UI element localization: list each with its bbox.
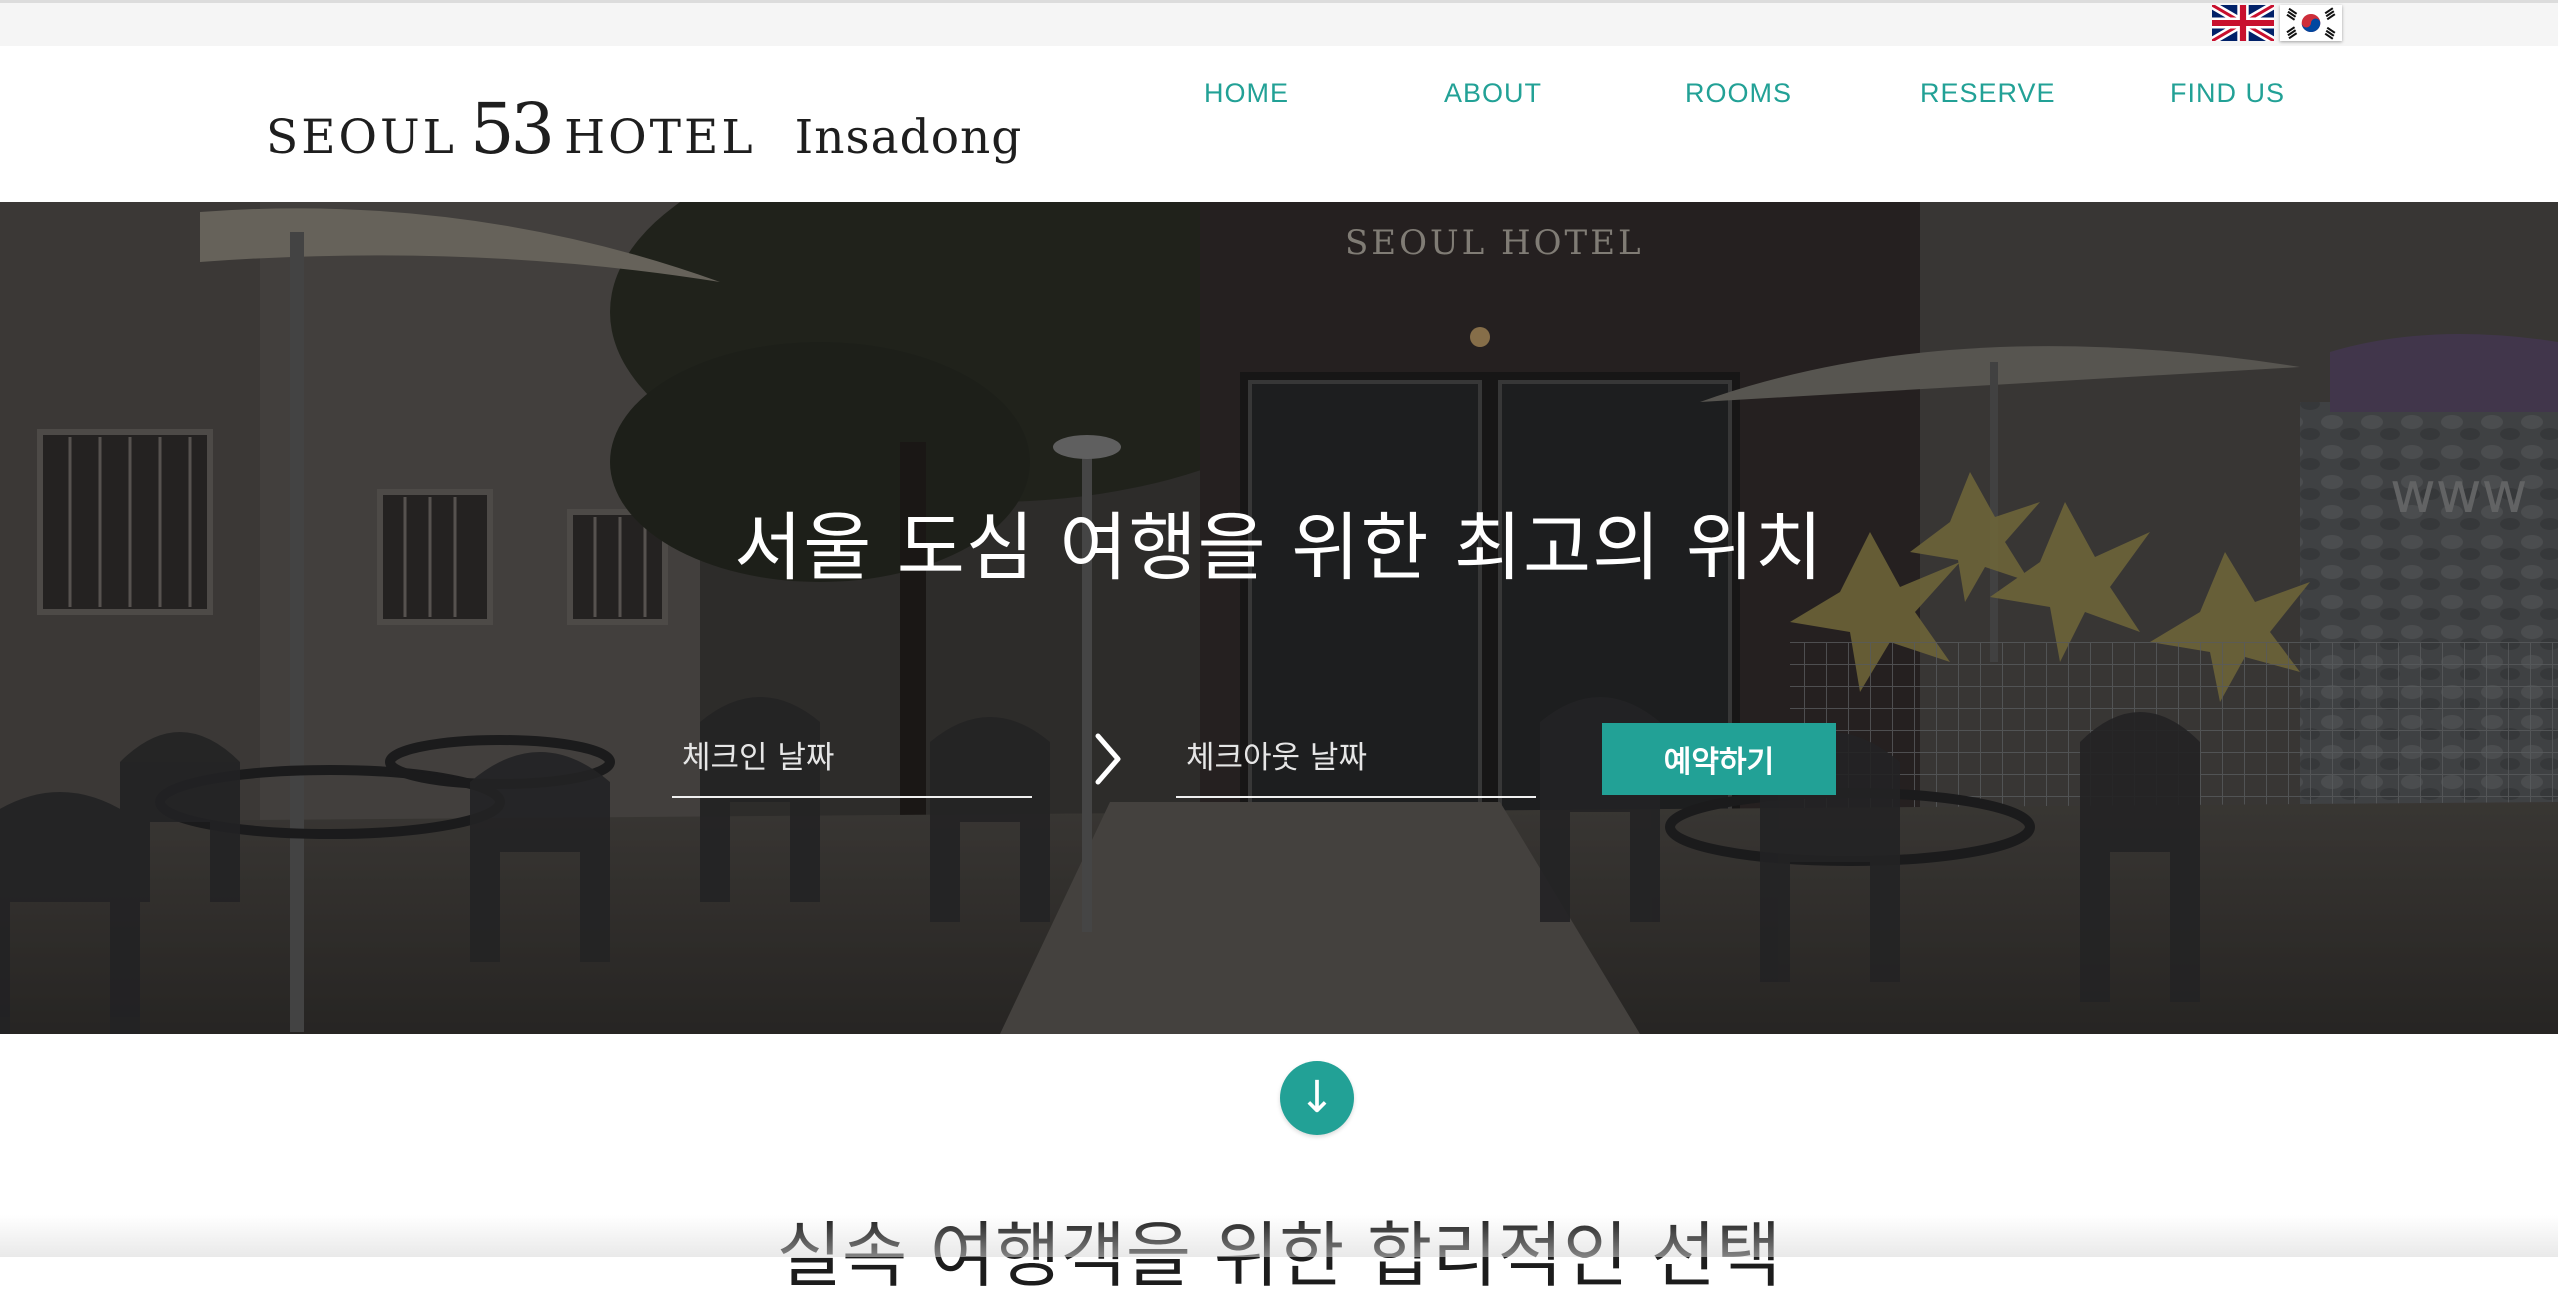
uk-flag-icon[interactable] xyxy=(2212,5,2274,41)
section-divider xyxy=(0,1215,2558,1257)
chevron-right-icon xyxy=(1095,733,1121,785)
site-header: SEOUL 53 HOTEL Insadong HOME ABOUT ROOMS… xyxy=(0,46,2558,202)
checkin-date-input[interactable]: 체크인 날짜 xyxy=(672,722,1032,798)
hero-background-photo: SEOUL HOTEL www xyxy=(0,202,2558,1034)
hero-title: 서울 도심 여행을 위한 최고의 위치 xyxy=(734,504,1824,591)
language-bar xyxy=(0,0,2558,46)
nav-home-link[interactable]: HOME xyxy=(1204,78,1289,109)
logo-number-text: 53 xyxy=(469,88,555,170)
nav-about-link[interactable]: ABOUT xyxy=(1444,78,1542,109)
checkout-date-input[interactable]: 체크아웃 날짜 xyxy=(1176,722,1536,798)
korea-flag-icon[interactable] xyxy=(2280,5,2342,41)
reserve-button[interactable]: 예약하기 xyxy=(1602,723,1836,795)
nav-rooms-link[interactable]: ROOMS xyxy=(1685,78,1792,109)
nav-reserve-link[interactable]: RESERVE xyxy=(1920,78,2056,109)
checkout-placeholder: 체크아웃 날짜 xyxy=(1186,740,1367,776)
hero-section: SEOUL HOTEL www 서울 도심 여행을 위한 최고의 위치 체크인 … xyxy=(0,202,2558,1034)
hotel-logo[interactable]: SEOUL 53 HOTEL Insadong xyxy=(266,88,1023,170)
checkin-placeholder: 체크인 날짜 xyxy=(682,740,835,776)
nav-find-us-link[interactable]: FIND US xyxy=(2170,78,2285,109)
logo-area-text: Insadong xyxy=(794,110,1023,165)
arrow-down-icon[interactable]: ↓ xyxy=(1280,1061,1354,1135)
logo-seoul-text: SEOUL xyxy=(266,110,457,165)
logo-hotel-text: HOTEL xyxy=(564,110,756,165)
